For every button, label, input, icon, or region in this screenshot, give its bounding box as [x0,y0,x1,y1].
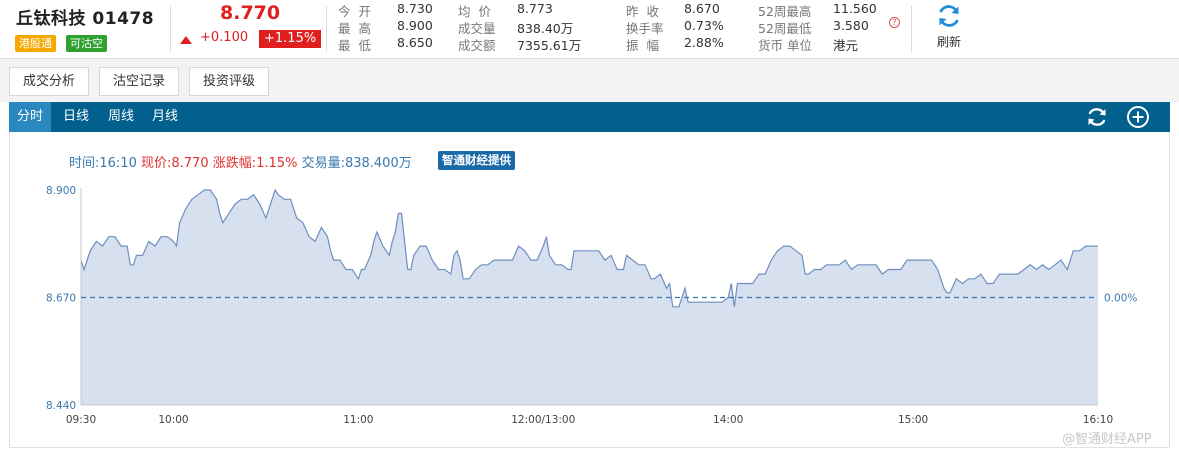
x-tick-label: 11:00 [343,414,373,426]
x-tick-label: 16:10 [1083,414,1113,426]
x-tick-label: 15:00 [898,414,928,426]
x-tick-label: 10:00 [158,414,188,426]
watermark: @智通财经APP [1062,432,1152,447]
x-tick-label: 09:30 [66,414,96,426]
x-tick-label: 14:00 [713,414,743,426]
intraday-price-chart: 0.00% 8.900 8.670 8.440 09:30 10:00 11:00 12:00… [46,185,1137,426]
reference-line-label: 0.00% [1104,293,1137,305]
y-tick-label: 8.900 [46,185,76,197]
y-tick-label: 8.440 [46,400,76,412]
y-tick-label: 8.670 [46,293,76,305]
x-tick-label: 12:00/13:00 [511,414,575,426]
